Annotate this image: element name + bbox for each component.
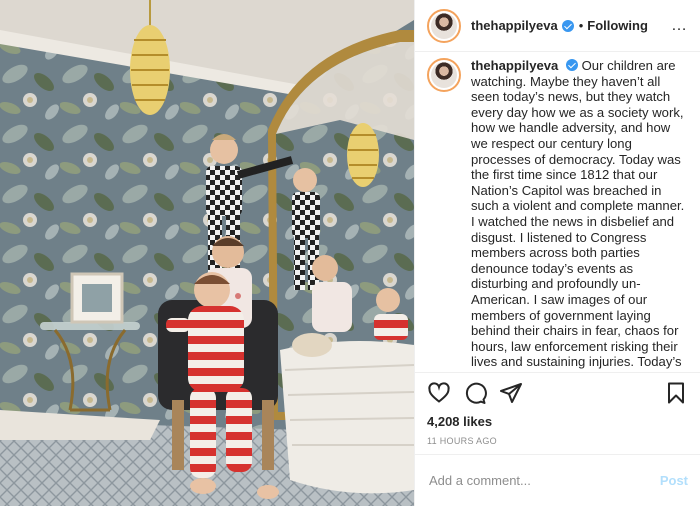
caption: thehappilyeva Our children are watching.… xyxy=(415,52,700,372)
post-image xyxy=(0,0,414,506)
post-comment-button[interactable]: Post xyxy=(660,473,688,488)
post-header: thehappilyeva • Following … xyxy=(415,0,700,52)
caption-text: thehappilyeva Our children are watching.… xyxy=(471,58,688,372)
caption-avatar[interactable] xyxy=(427,58,461,92)
comment-form: Post xyxy=(415,454,700,506)
post-timestamp[interactable]: 11 HOURS AGO xyxy=(415,432,700,454)
action-bar xyxy=(415,372,700,412)
avatar-image xyxy=(431,62,457,88)
verified-badge-icon xyxy=(565,59,578,71)
separator-dot: • xyxy=(578,18,584,33)
more-options-icon[interactable]: … xyxy=(671,17,688,35)
avatar-image xyxy=(431,12,457,39)
caption-username-link[interactable]: thehappilyeva xyxy=(471,58,558,73)
heart-icon[interactable] xyxy=(427,381,451,405)
avatar[interactable] xyxy=(427,8,461,43)
verified-badge-icon xyxy=(561,19,574,32)
post-sidebar: thehappilyeva • Following … thehappilyev… xyxy=(414,0,700,506)
post-photo[interactable] xyxy=(0,0,414,506)
comment-icon[interactable] xyxy=(463,381,487,405)
bookmark-icon[interactable] xyxy=(664,381,688,405)
username-link[interactable]: thehappilyeva xyxy=(471,18,558,33)
comment-input[interactable] xyxy=(429,473,660,488)
share-icon[interactable] xyxy=(499,381,523,405)
instagram-post: thehappilyeva • Following … thehappilyev… xyxy=(0,0,700,506)
caption-body: Our children are watching. Maybe they ha… xyxy=(471,58,685,372)
following-button[interactable]: Following xyxy=(587,18,648,33)
likes-count[interactable]: 4,208 likes xyxy=(415,412,700,432)
